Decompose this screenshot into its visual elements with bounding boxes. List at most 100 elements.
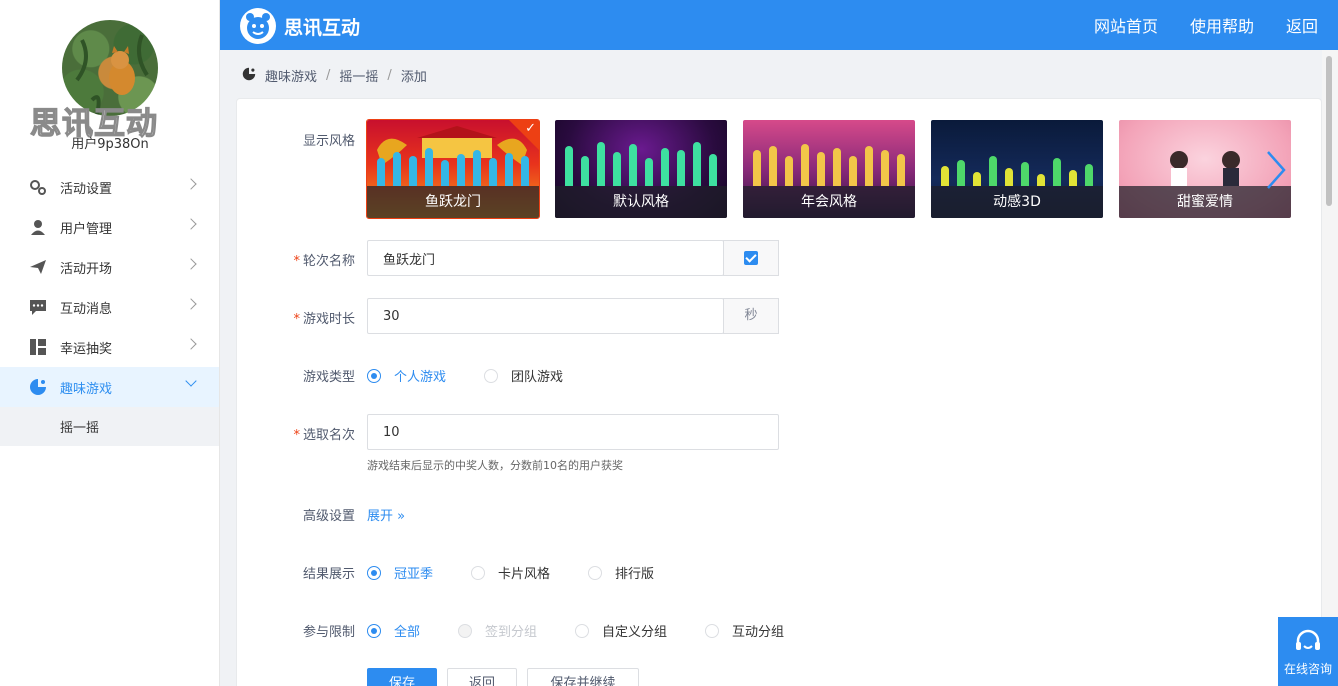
round-name-checkbox[interactable] bbox=[744, 250, 758, 265]
double-chevron-right-icon: » bbox=[397, 509, 406, 524]
rank-label: * 选取名次 bbox=[293, 428, 355, 443]
paper-plane-icon bbox=[29, 258, 47, 276]
scrollbar-thumb[interactable] bbox=[1326, 56, 1332, 206]
game-type-radio-group: 个人游戏 团队游戏 bbox=[367, 366, 601, 385]
online-consult-label: 在线咨询 bbox=[1283, 662, 1332, 676]
radio-dot[interactable] bbox=[705, 623, 720, 638]
round-name-label: * 轮次名称 bbox=[293, 254, 355, 269]
sidebar-item-label: 用户管理 bbox=[60, 221, 113, 237]
sidebar-item-label: 活动设置 bbox=[60, 181, 113, 197]
user-name: 用户9p38On bbox=[71, 137, 149, 152]
radio-dot[interactable] bbox=[484, 368, 499, 383]
style-preview-bars bbox=[377, 136, 529, 186]
round-name-checkbox-addon[interactable] bbox=[723, 240, 779, 276]
nav-help-link[interactable]: 使用帮助 bbox=[1190, 13, 1254, 37]
style-option-annual[interactable]: 年会风格 bbox=[743, 120, 915, 218]
round-name-input[interactable] bbox=[367, 240, 724, 276]
side-menu: 活动设置 用户管理 活动开场 互动消息 幸运抽奖 趣味游戏 摇一摇 bbox=[0, 167, 219, 446]
save-button[interactable]: 保存 bbox=[367, 668, 437, 686]
brand-name: 思讯互动 bbox=[284, 16, 361, 39]
sidebar-item-label: 互动消息 bbox=[60, 301, 113, 317]
result-display-label: 结果展示 bbox=[302, 567, 355, 582]
expand-link[interactable]: 展开 » bbox=[367, 505, 405, 524]
radio-team-game[interactable]: 团队游戏 bbox=[484, 366, 563, 385]
sidebar-item-activity-opening[interactable]: 活动开场 bbox=[0, 247, 219, 287]
radio-dot[interactable] bbox=[575, 623, 590, 638]
style-preview-bars bbox=[941, 136, 1093, 186]
sidebar-item-interactive-messages[interactable]: 互动消息 bbox=[0, 287, 219, 327]
duration-label: * 游戏时长 bbox=[293, 312, 355, 327]
radio-dot[interactable] bbox=[588, 565, 603, 580]
chevron-down-icon bbox=[185, 375, 197, 387]
sidebar-item-activity-settings[interactable]: 活动设置 bbox=[0, 167, 219, 207]
check-icon: ✓ bbox=[525, 121, 536, 136]
game-icon bbox=[29, 378, 47, 396]
page-scrollbar[interactable] bbox=[1322, 50, 1338, 686]
radio-all[interactable]: 全部 bbox=[367, 621, 420, 640]
sidebar-item-label: 幸运抽奖 bbox=[60, 341, 113, 357]
style-preview-bars bbox=[565, 136, 717, 186]
radio-personal-game[interactable]: 个人游戏 bbox=[367, 366, 446, 385]
style-preview-bars bbox=[753, 136, 905, 186]
top-nav: 网站首页 使用帮助 返回 bbox=[1094, 0, 1338, 50]
display-style-label: 显示风格 bbox=[302, 134, 355, 149]
style-option-carp[interactable]: 鱼跃龙门 ✓ bbox=[366, 119, 540, 219]
radio-dot bbox=[458, 623, 473, 638]
radio-dot[interactable] bbox=[367, 368, 381, 383]
duration-unit: 秒 bbox=[723, 298, 779, 334]
breadcrumb-item[interactable]: 趣味游戏 bbox=[265, 66, 317, 85]
breadcrumb-item[interactable]: 摇一摇 bbox=[339, 66, 378, 85]
carousel-next-icon[interactable] bbox=[1264, 150, 1288, 190]
chevron-right-icon bbox=[185, 338, 197, 350]
nav-back-link[interactable]: 返回 bbox=[1286, 13, 1318, 37]
user-icon bbox=[29, 218, 47, 236]
radio-interactive-group[interactable]: 互动分组 bbox=[705, 621, 784, 640]
radio-ranking[interactable]: 排行版 bbox=[588, 563, 654, 582]
chat-icon bbox=[29, 298, 47, 316]
rank-input[interactable] bbox=[367, 414, 779, 450]
radio-dot[interactable] bbox=[367, 565, 381, 580]
sidebar-item-user-management[interactable]: 用户管理 bbox=[0, 207, 219, 247]
radio-dot[interactable] bbox=[471, 565, 486, 580]
sidebar-item-lucky-draw[interactable]: 幸运抽奖 bbox=[0, 327, 219, 367]
radio-signin-group: 签到分组 bbox=[458, 621, 537, 640]
radio-custom-group[interactable]: 自定义分组 bbox=[575, 621, 667, 640]
participation-limit-label: 参与限制 bbox=[302, 625, 355, 640]
sidebar-item-label: 趣味游戏 bbox=[60, 381, 113, 397]
advanced-label: 高级设置 bbox=[302, 509, 355, 524]
chevron-right-icon bbox=[185, 298, 197, 310]
lottery-icon bbox=[29, 338, 47, 356]
game-type-label: 游戏类型 bbox=[302, 370, 355, 385]
style-option-3d[interactable]: 动感3D bbox=[931, 120, 1103, 218]
brand-logo-icon bbox=[240, 8, 276, 44]
rank-help-text: 游戏结束后显示的中奖人数，分数前10名的用户获奖 bbox=[367, 459, 623, 472]
sidebar-item-fun-games[interactable]: 趣味游戏 bbox=[0, 367, 219, 407]
gears-icon bbox=[29, 178, 47, 196]
duration-input[interactable] bbox=[367, 298, 724, 334]
online-consult-button[interactable]: 在线咨询 bbox=[1278, 617, 1338, 686]
participation-limit-radio-group: 全部 签到分组 自定义分组 互动分组 bbox=[367, 621, 822, 640]
game-icon bbox=[242, 67, 256, 85]
save-and-continue-button[interactable]: 保存并继续 bbox=[527, 668, 639, 686]
chevron-right-icon bbox=[185, 178, 197, 190]
top-header: 思讯互动 网站首页 使用帮助 返回 bbox=[220, 0, 1338, 50]
radio-dot[interactable] bbox=[367, 623, 381, 638]
brand[interactable]: 思讯互动 bbox=[240, 8, 360, 44]
style-option-default[interactable]: 默认风格 bbox=[555, 120, 727, 218]
style-option-caption: 动感3D bbox=[931, 186, 1103, 218]
sidebar: 思讯互动 用户9p38On 活动设置 用户管理 活动开场 互动消息 幸运抽奖 趣… bbox=[0, 0, 220, 686]
style-option-caption: 年会风格 bbox=[743, 186, 915, 218]
style-option-caption: 鱼跃龙门 bbox=[367, 186, 539, 218]
back-button[interactable]: 返回 bbox=[447, 668, 517, 686]
breadcrumb-separator: / bbox=[326, 68, 331, 83]
radio-podium[interactable]: 冠亚季 bbox=[367, 563, 433, 582]
result-display-radio-group: 冠亚季 卡片风格 排行版 bbox=[367, 563, 692, 582]
chevron-right-icon bbox=[185, 218, 197, 230]
nav-home-link[interactable]: 网站首页 bbox=[1094, 13, 1158, 37]
sidebar-item-label: 活动开场 bbox=[60, 261, 113, 277]
breadcrumb: 趣味游戏 / 摇一摇 / 添加 bbox=[242, 66, 427, 85]
headset-icon bbox=[1278, 617, 1338, 660]
radio-card-style[interactable]: 卡片风格 bbox=[471, 563, 550, 582]
sidebar-subitem-shake[interactable]: 摇一摇 bbox=[0, 407, 219, 446]
breadcrumb-separator: / bbox=[387, 68, 392, 83]
